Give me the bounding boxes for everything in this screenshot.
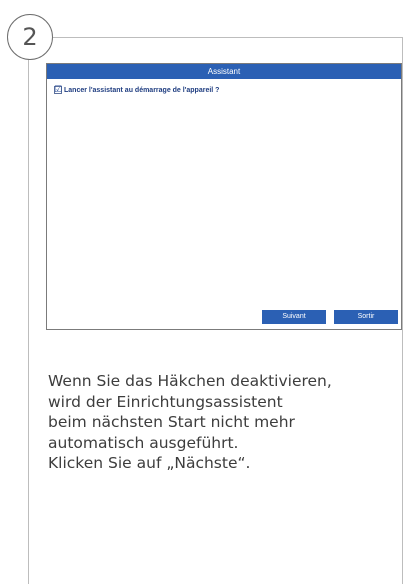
step-number: 2 — [22, 23, 38, 51]
instruction-card: 2 Assistant ☑ Lancer l'assistant au déma… — [0, 0, 420, 584]
dialog-title: Assistant — [207, 67, 241, 76]
startup-assistant-checkbox[interactable]: ☑ — [53, 85, 63, 95]
assistant-dialog-screenshot: Assistant ☑ Lancer l'assistant au démarr… — [46, 63, 402, 330]
instruction-text: Wenn Sie das Häkchen deaktivieren, wird … — [48, 372, 332, 472]
checkmark-icon: ☑ — [53, 85, 63, 95]
step-number-badge: 2 — [7, 14, 53, 60]
startup-assistant-option[interactable]: ☑ Lancer l'assistant au démarrage de l'a… — [54, 84, 401, 96]
startup-assistant-label: Lancer l'assistant au démarrage de l'app… — [64, 86, 220, 94]
next-button[interactable]: Suivant — [262, 310, 326, 324]
dialog-titlebar: Assistant — [47, 64, 401, 79]
exit-button[interactable]: Sortir — [334, 310, 398, 324]
